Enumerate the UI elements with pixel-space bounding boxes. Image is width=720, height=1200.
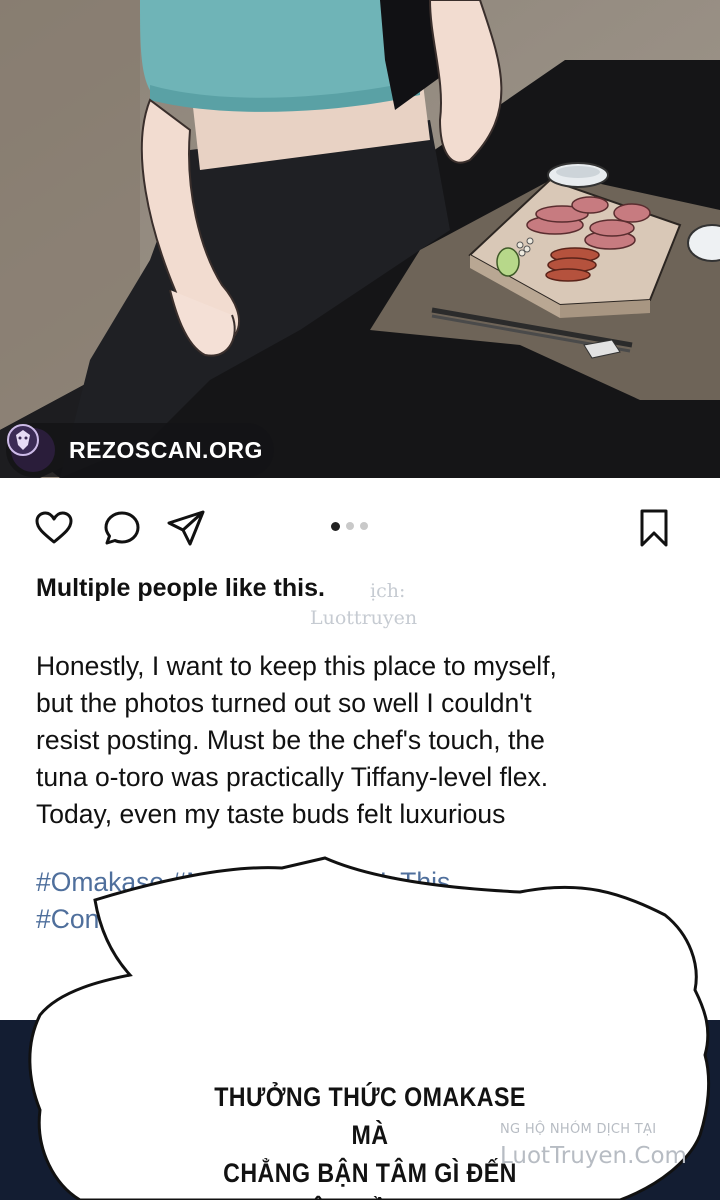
manga-page: REZOSCAN.ORG Multiple people like this. … xyxy=(0,0,720,1200)
credit-line2[interactable]: LuotTruyen.Com xyxy=(500,1143,715,1169)
speech-bubble-overlay xyxy=(0,856,720,1200)
speech-line: CHẲNG BẬN TÂM GÌ ĐẾN xyxy=(223,1158,517,1188)
translator-credit: NG HỘ NHÓM DỊCH TẠI LuotTruyen.Com xyxy=(500,1122,715,1169)
speech-bubble-text: THƯỞNG THỨC OMAKASE MÀ CHẲNG BẬN TÂM GÌ … xyxy=(198,1078,542,1200)
speech-line: CHUYỆN TIỀN NONG? xyxy=(198,1192,542,1200)
speech-line: THƯỞNG THỨC OMAKASE MÀ xyxy=(214,1082,526,1150)
credit-line1: NG HỘ NHÓM DỊCH TẠI xyxy=(500,1122,657,1137)
